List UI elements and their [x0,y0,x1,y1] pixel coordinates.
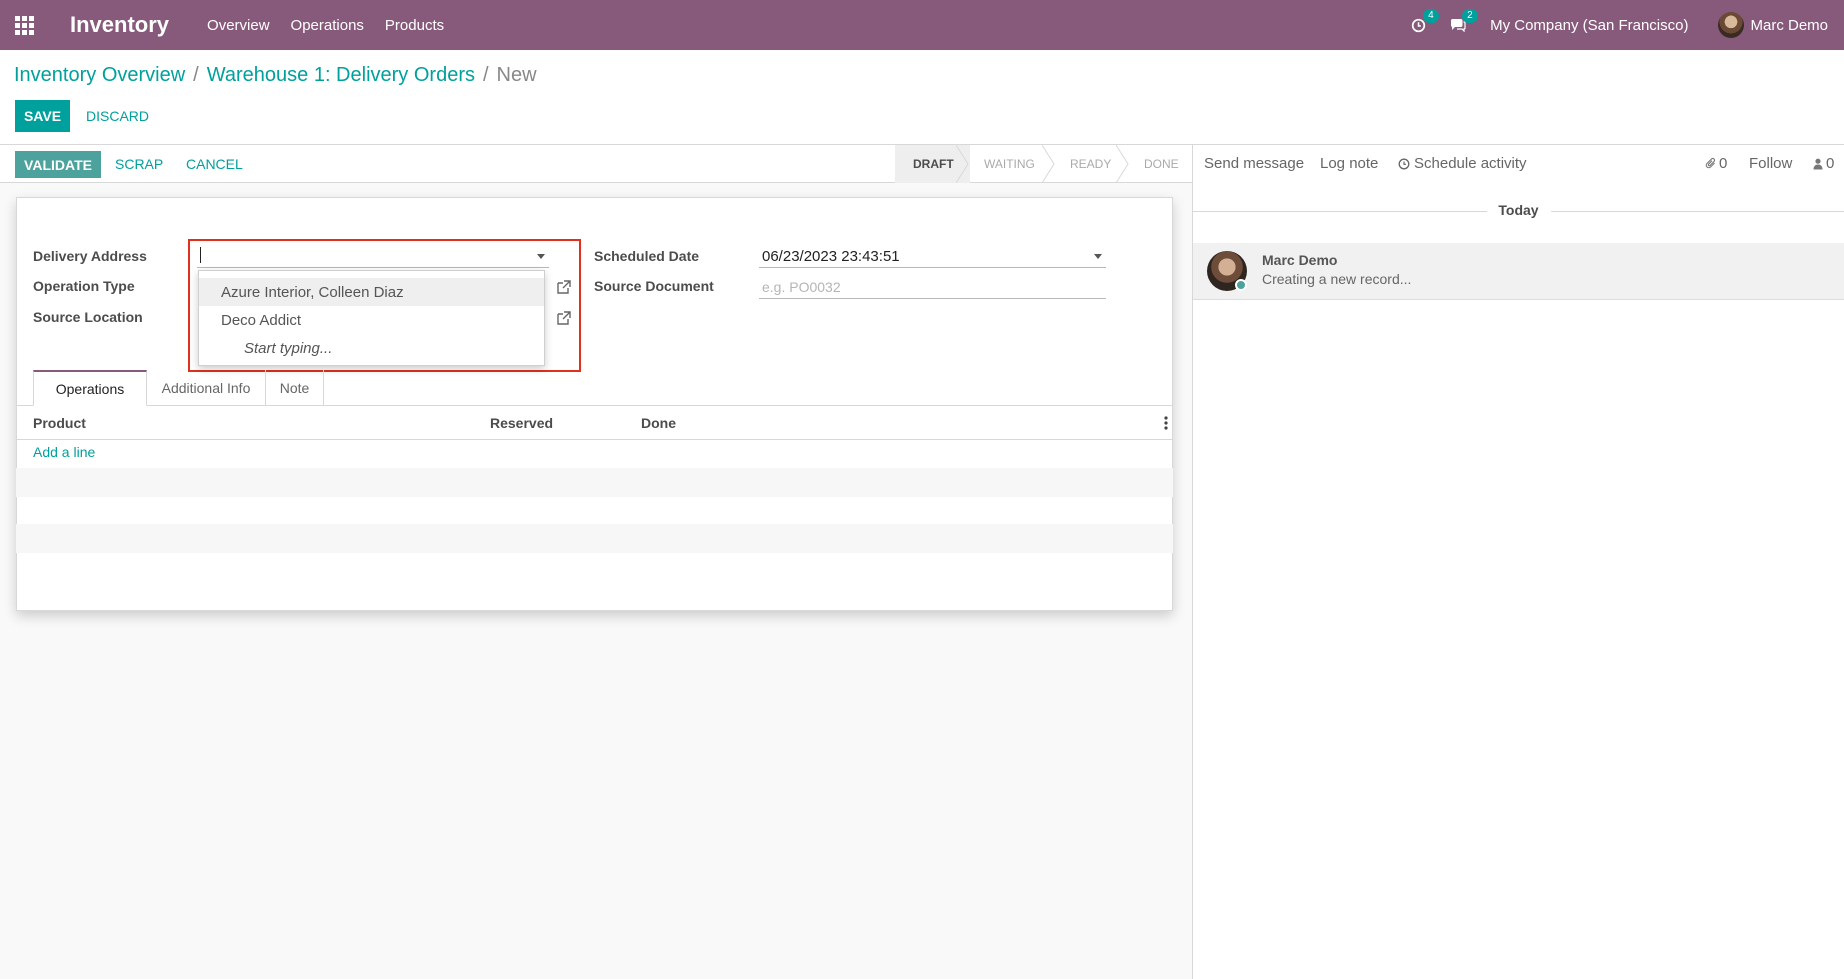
notebook-tabs: Operations Additional Info Note [16,370,1173,406]
attachments-button[interactable]: 0 [1705,155,1727,172]
table-row [16,496,1173,525]
form-statusbar: VALIDATE SCRAP CANCEL DRAFT WAITING READ… [0,145,1192,183]
tab-note[interactable]: Note [266,370,324,406]
scheduled-date-label: Scheduled Date [594,248,700,264]
column-options-icon[interactable] [1164,416,1168,430]
control-panel: Inventory Overview / Warehouse 1: Delive… [0,50,1844,145]
column-product[interactable]: Product [33,415,86,431]
delivery-address-dropdown: Azure Interior, Colleen Diaz Deco Addict… [198,270,545,366]
column-reserved[interactable]: Reserved [490,415,553,431]
source-location-label: Source Location [33,309,143,325]
follow-button[interactable]: Follow [1749,155,1792,172]
breadcrumb-delivery-orders[interactable]: Warehouse 1: Delivery Orders [207,64,475,87]
menu-products[interactable]: Products [385,17,444,34]
source-document-label: Source Document [594,278,714,294]
clock-icon [1398,158,1410,169]
scheduled-date-input[interactable]: 06/23/2023 23:43:51 [759,244,1106,268]
validate-button[interactable]: VALIDATE [15,151,101,178]
scrap-button[interactable]: SCRAP [115,156,163,172]
main-menu: Overview Operations Products [207,17,465,34]
discard-button[interactable]: DISCARD [86,108,149,124]
column-done[interactable]: Done [641,415,676,431]
source-document-input[interactable]: e.g. PO0032 [759,275,1106,299]
user-icon [1813,158,1823,169]
company-switcher[interactable]: My Company (San Francisco) [1490,17,1688,34]
chatter-topbar: Send message Log note Schedule activity … [1193,145,1844,183]
table-row [16,468,1173,497]
apps-menu-icon[interactable] [0,0,48,50]
scheduled-date-value: 06/23/2023 23:43:51 [762,248,900,265]
navbar-right: 4 2 My Company (San Francisco) Marc Demo [1411,0,1828,50]
stage-pipeline: DRAFT WAITING READY DONE [895,145,1192,183]
schedule-activity-button[interactable]: Schedule activity [1398,155,1527,172]
send-message-button[interactable]: Send message [1204,155,1304,172]
online-status-icon [1235,279,1247,291]
operations-table-header: Product Reserved Done [16,407,1173,440]
date-separator: Today [1498,202,1539,218]
activity-count-badge: 4 [1423,8,1439,23]
stage-divider [956,145,969,183]
dropdown-hint: Start typing... [244,339,333,357]
breadcrumb-separator: / [193,64,199,86]
stage-ready[interactable]: READY [1056,145,1130,183]
top-navbar: Inventory Overview Operations Products 4… [0,0,1844,50]
log-note-button[interactable]: Log note [1320,155,1378,172]
cancel-button[interactable]: CANCEL [186,156,243,172]
breadcrumb-inventory-overview[interactable]: Inventory Overview [14,64,185,87]
message-count-badge: 2 [1462,9,1478,23]
tab-operations[interactable]: Operations [33,370,147,406]
stage-waiting[interactable]: WAITING [970,145,1056,183]
table-row: Add a line [16,440,1173,469]
dropdown-option-azure-interior[interactable]: Azure Interior, Colleen Diaz [199,278,544,306]
paperclip-icon [1705,157,1716,169]
table-row [16,524,1173,553]
breadcrumb-separator: / [482,64,489,86]
app-brand[interactable]: Inventory [70,12,169,38]
user-menu[interactable]: Marc Demo [1718,12,1828,38]
followers-button[interactable]: 0 [1813,155,1834,172]
attachments-count: 0 [1719,155,1728,172]
user-name: Marc Demo [1750,16,1828,34]
message-author[interactable]: Marc Demo [1262,252,1337,268]
chatter-message: Marc Demo Creating a new record... [1193,243,1844,300]
menu-operations[interactable]: Operations [291,17,364,34]
activities-button[interactable]: 4 [1411,8,1439,33]
schedule-activity-label: Schedule activity [1414,155,1527,172]
breadcrumb-current: New [496,64,537,86]
message-body: Creating a new record... [1262,271,1412,287]
source-document-placeholder: e.g. PO0032 [762,279,841,295]
add-line-link[interactable]: Add a line [33,444,95,460]
followers-count: 0 [1826,155,1835,172]
chatter-panel: Send message Log note Schedule activity … [1192,145,1844,979]
tab-additional-info[interactable]: Additional Info [147,370,266,406]
operation-type-label: Operation Type [33,278,135,294]
chevron-down-icon[interactable] [1094,254,1102,259]
menu-overview[interactable]: Overview [207,17,270,34]
messages-button[interactable]: 2 [1450,9,1478,32]
breadcrumb: Inventory Overview / Warehouse 1: Delive… [14,64,537,87]
stage-done[interactable]: DONE [1130,145,1192,183]
dropdown-option-deco-addict[interactable]: Deco Addict [199,306,544,334]
delivery-address-label: Delivery Address [33,248,147,264]
save-button[interactable]: SAVE [15,100,70,132]
user-avatar [1718,12,1745,38]
